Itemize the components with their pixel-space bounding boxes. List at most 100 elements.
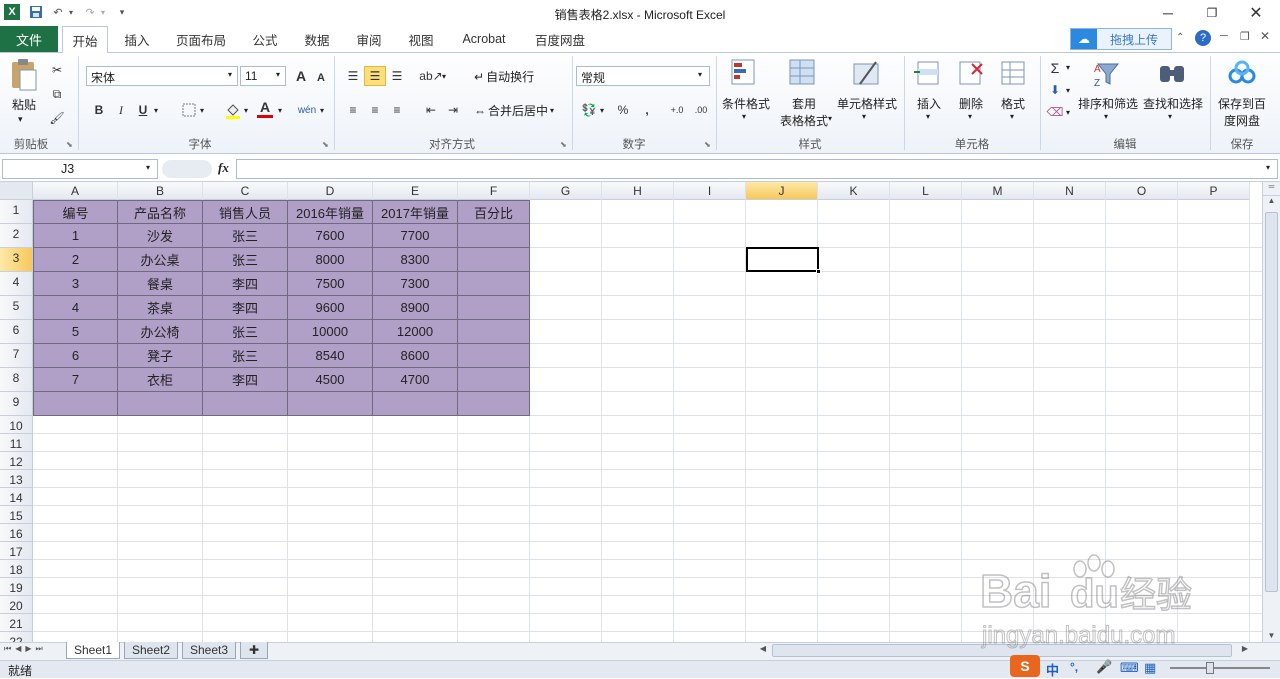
microphone-icon[interactable]: 🎤 <box>1096 659 1112 675</box>
phonetic-button[interactable]: wén <box>296 100 318 120</box>
data-cell[interactable] <box>458 248 530 272</box>
data-cell[interactable]: 张三 <box>203 248 288 272</box>
row-header-21[interactable]: 21 <box>0 614 33 632</box>
column-header-J[interactable]: J <box>746 182 818 200</box>
increase-decimal-button[interactable]: +.0 <box>666 100 688 120</box>
paste-icon[interactable] <box>8 58 40 92</box>
font-name-combo[interactable]: 宋体 <box>86 66 238 86</box>
minimize-icon[interactable]: ─ <box>1146 0 1190 26</box>
data-cell[interactable] <box>203 392 288 416</box>
row-header-20[interactable]: 20 <box>0 596 33 614</box>
column-header-F[interactable]: F <box>458 182 530 200</box>
tab-baidu-netdisk[interactable]: 百度网盘 <box>526 26 594 52</box>
row-header-19[interactable]: 19 <box>0 578 33 596</box>
column-header-I[interactable]: I <box>674 182 746 200</box>
ime-menu-icon[interactable]: ▦ <box>1144 660 1156 676</box>
increase-indent-icon[interactable]: ⇥ <box>442 100 464 120</box>
paste-dropdown-icon[interactable]: ▾ <box>18 114 23 125</box>
insert-cells-icon[interactable] <box>914 58 944 90</box>
new-sheet-icon[interactable]: ✚ <box>240 642 268 659</box>
format-table-label-1[interactable]: 套用 <box>776 95 832 112</box>
decrease-decimal-button[interactable]: .00 <box>690 100 712 120</box>
conditional-format-dropdown-icon[interactable]: ▾ <box>742 112 746 121</box>
data-cell[interactable]: 沙发 <box>118 224 203 248</box>
row-header-13[interactable]: 13 <box>0 470 33 488</box>
insert-cells-label[interactable]: 插入 <box>910 95 948 112</box>
data-cell[interactable]: 1 <box>33 224 118 248</box>
number-format-combo[interactable]: 常规 <box>576 66 710 86</box>
percent-button[interactable]: % <box>612 100 634 120</box>
currency-icon[interactable]: 💱 <box>578 100 600 120</box>
data-cell[interactable]: 李四 <box>203 296 288 320</box>
row-header-14[interactable]: 14 <box>0 488 33 506</box>
data-cell[interactable]: 9600 <box>288 296 373 320</box>
sort-filter-dropdown-icon[interactable]: ▾ <box>1104 112 1108 121</box>
data-cell[interactable] <box>288 392 373 416</box>
ime-lang-toggle[interactable]: 中 <box>1046 660 1059 679</box>
baidu-cloud-save-icon[interactable] <box>1226 58 1258 90</box>
name-box-dropdown-icon[interactable]: ▾ <box>146 163 150 172</box>
align-center-icon[interactable]: ≡ <box>364 100 386 120</box>
row-header-6[interactable]: 6 <box>0 320 33 344</box>
underline-button[interactable]: U <box>132 100 154 120</box>
row-header-3[interactable]: 3 <box>0 248 33 272</box>
doc-restore-icon[interactable]: ❐ <box>1240 30 1250 43</box>
border-icon[interactable] <box>178 100 200 120</box>
data-cell[interactable] <box>373 392 458 416</box>
data-cell[interactable]: 餐桌 <box>118 272 203 296</box>
restore-icon[interactable]: ❐ <box>1190 0 1234 26</box>
data-cell[interactable]: 4 <box>33 296 118 320</box>
fill-color-icon[interactable] <box>222 100 244 120</box>
upload-button[interactable]: ☁ 拖拽上传 <box>1070 28 1172 50</box>
format-table-icon[interactable] <box>788 58 818 90</box>
row-header-8[interactable]: 8 <box>0 368 33 392</box>
collapse-ribbon-icon[interactable]: ⌃ <box>1176 32 1184 43</box>
align-middle-icon[interactable]: ☰ <box>364 66 386 86</box>
tab-review[interactable]: 审阅 <box>346 26 392 52</box>
save-to-baidu-label-1[interactable]: 保存到百 <box>1212 95 1272 112</box>
tab-insert[interactable]: 插入 <box>114 26 160 52</box>
data-cell[interactable]: 衣柜 <box>118 368 203 392</box>
cell-styles-icon[interactable] <box>852 58 882 90</box>
clear-icon[interactable]: ⌫ <box>1044 102 1066 122</box>
fill-dropdown-icon[interactable]: ▾ <box>1066 86 1070 95</box>
sogou-ime-icon[interactable]: S <box>1010 655 1040 677</box>
split-box-icon[interactable]: ═ <box>1263 182 1280 196</box>
cut-icon[interactable]: ✂ <box>46 60 68 80</box>
select-all-button[interactable] <box>0 182 33 200</box>
row-header-5[interactable]: 5 <box>0 296 33 320</box>
data-cell[interactable]: 7500 <box>288 272 373 296</box>
find-select-icon[interactable] <box>1156 58 1188 90</box>
data-cell[interactable]: 办公桌 <box>118 248 203 272</box>
insert-cells-dropdown-icon[interactable]: ▾ <box>926 112 930 121</box>
grow-font-button[interactable]: A <box>290 66 312 86</box>
format-painter-icon[interactable]: 🖌 <box>46 108 68 128</box>
format-table-label-2[interactable]: 表格格式 <box>772 112 836 129</box>
delete-cells-dropdown-icon[interactable]: ▾ <box>968 112 972 121</box>
column-header-H[interactable]: H <box>602 182 674 200</box>
row-header-4[interactable]: 4 <box>0 272 33 296</box>
row-header-17[interactable]: 17 <box>0 542 33 560</box>
scroll-down-icon[interactable]: ▼ <box>1263 631 1280 640</box>
hscroll-left-icon[interactable]: ◀ <box>756 644 770 658</box>
conditional-format-icon[interactable] <box>730 58 760 90</box>
worksheet-grid[interactable]: ABCDEFGHIJKLMNOP 1 2 3 4 5 6 7 8 9 10 11 12 13 14 15 16… <box>0 182 1262 642</box>
data-cell[interactable]: 张三 <box>203 224 288 248</box>
underline-dropdown-icon[interactable]: ▾ <box>154 106 158 115</box>
format-table-dropdown-icon[interactable]: ▾ <box>828 114 832 123</box>
data-cell[interactable] <box>458 224 530 248</box>
delete-cells-label[interactable]: 删除 <box>952 95 990 112</box>
header-cell[interactable]: 百分比 <box>458 200 530 224</box>
clipboard-launcher-icon[interactable]: ⬊ <box>66 140 73 149</box>
tab-view[interactable]: 视图 <box>398 26 444 52</box>
row-header-22[interactable]: 22 <box>0 632 33 642</box>
bold-button[interactable]: B <box>88 100 110 120</box>
vertical-scrollbar[interactable]: ═ ▲ ▼ <box>1262 182 1280 642</box>
row-header-18[interactable]: 18 <box>0 560 33 578</box>
header-cell[interactable]: 销售人员 <box>203 200 288 224</box>
header-cell[interactable]: 2016年销量 <box>288 200 373 224</box>
data-cell[interactable] <box>458 368 530 392</box>
data-cell[interactable]: 8000 <box>288 248 373 272</box>
data-cell[interactable] <box>118 392 203 416</box>
formula-input[interactable] <box>236 159 1278 179</box>
